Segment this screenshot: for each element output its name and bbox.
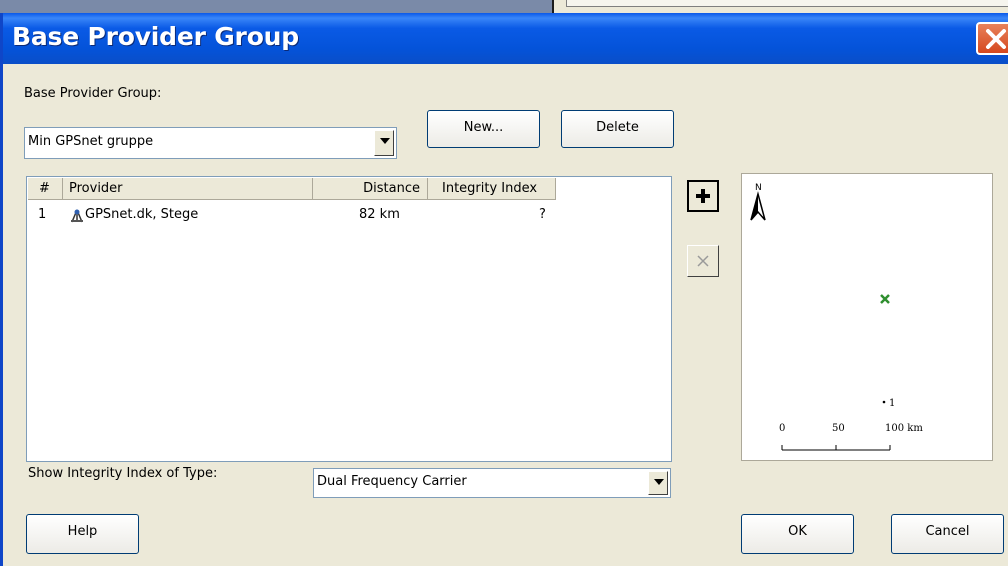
dialog-title: Base Provider Group [12,22,299,51]
base-station-icon [71,209,83,223]
scale-label-50: 50 [832,423,845,434]
title-bar[interactable]: Base Provider Group [3,13,1008,64]
header-distance-label: Distance [363,181,420,196]
group-combo[interactable]: Min GPSnet gruppe [24,127,397,159]
scale-label-0: 0 [779,423,785,434]
header-integrity[interactable]: Integrity Index [428,178,556,200]
provider-point [882,400,886,404]
close-icon [986,29,1006,49]
ok-button-label: OK [788,524,807,539]
header-num[interactable]: # [28,178,63,200]
background-window [552,0,1008,14]
row-integrity: ? [539,207,546,222]
header-distance[interactable]: Distance [313,178,428,200]
provider-point-label: 1 [889,398,895,409]
group-combo-arrow[interactable] [374,130,394,156]
remove-provider-button[interactable] [687,245,719,277]
background-window-field [566,0,1008,7]
row-provider: GPSnet.dk, Stege [85,207,199,222]
map-view[interactable]: N 1 0 50 100 km [741,173,993,461]
header-provider[interactable]: Provider [63,178,313,200]
base-provider-group-dialog: Base Provider Group Base Provider Group:… [0,13,1008,566]
remove-icon [697,255,709,267]
position-marker-icon [880,294,890,304]
new-button-label: New... [463,120,504,135]
header-num-label: # [39,181,50,196]
integrity-type-arrow[interactable] [648,471,668,495]
new-button[interactable]: New... [427,110,540,148]
show-integrity-label: Show Integrity Index of Type: [28,466,218,481]
delete-button[interactable]: Delete [561,110,674,148]
map-canvas: N 1 0 50 100 km [750,183,923,451]
delete-button-label: Delete [596,120,639,135]
add-provider-button[interactable] [687,180,719,212]
chevron-down-icon [654,479,664,485]
north-label: N [755,183,762,193]
ok-button[interactable]: OK [741,514,854,554]
plus-icon [696,189,710,203]
row-num: 1 [38,207,47,222]
group-combo-value: Min GPSnet gruppe [28,134,154,149]
cancel-button[interactable]: Cancel [891,514,1004,554]
group-label: Base Provider Group: [24,86,162,101]
cancel-button-label: Cancel [925,524,970,539]
row-distance: 82 km [359,207,400,222]
help-button[interactable]: Help [26,514,139,554]
header-provider-label: Provider [69,181,123,196]
integrity-type-combo[interactable]: Dual Frequency Carrier [313,468,671,498]
header-integrity-label: Integrity Index [442,181,538,196]
integrity-type-value: Dual Frequency Carrier [317,474,467,489]
help-button-label: Help [67,524,98,539]
close-button[interactable] [976,22,1008,55]
provider-list[interactable]: # Provider Distance Integrity Index 1 GP… [26,176,672,462]
chevron-down-icon [380,138,390,144]
scale-bar: 0 50 100 km [779,423,923,451]
scale-label-100: 100 km [885,423,923,434]
